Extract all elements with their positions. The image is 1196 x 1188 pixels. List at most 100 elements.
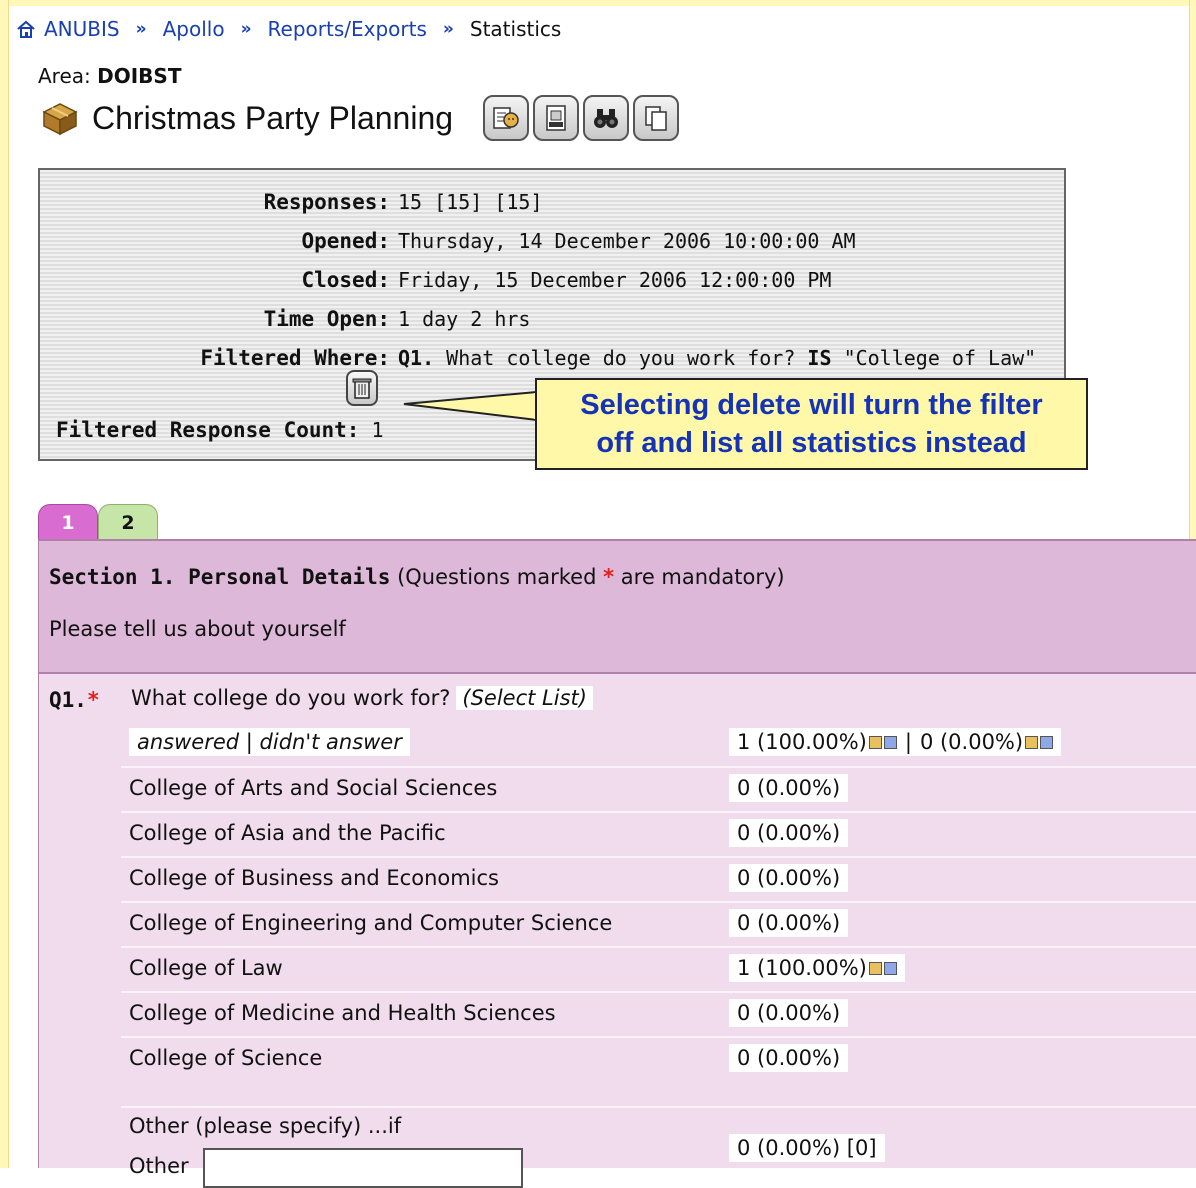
filter-operator: IS	[807, 346, 832, 370]
title-row: Christmas Party Planning	[38, 94, 680, 142]
other-text-input[interactable]	[203, 1148, 523, 1188]
binoculars-icon	[594, 109, 619, 128]
option-row: College of Medicine and Health Sciences …	[121, 991, 1196, 1036]
other-option-value: 0 (0.00%) [0]	[729, 1134, 885, 1162]
breadcrumb-link-reports-exports[interactable]: Reports/Exports	[268, 17, 427, 41]
question-text-line: What college do you work for? (Select Lis…	[131, 686, 593, 710]
option-row: College of Law 1 (100.00%)	[121, 946, 1196, 991]
section-header: Section 1. Personal Details (Questions m…	[38, 539, 1196, 672]
report-button[interactable]	[483, 95, 530, 141]
breadcrumb-separator: »	[442, 19, 454, 39]
filter-question-text: What college do you work for?	[446, 346, 796, 370]
info-closed-row: Closed: Friday, 15 December 2006 12:00:0…	[40, 264, 1066, 296]
option-value: 0 (0.00%)	[729, 774, 849, 802]
other-option-label: Other (please specify) ...if	[129, 1114, 402, 1138]
bar-chart-icon[interactable]	[868, 961, 882, 975]
closed-label: Closed:	[301, 268, 390, 292]
breadcrumb-current: Statistics	[469, 17, 562, 41]
filtered-count-label: Filtered Response Count:	[56, 418, 360, 442]
question-text: What college do you work for?	[131, 686, 451, 710]
section-note-pre: (Questions marked	[397, 565, 597, 589]
option-value: 1 (100.00%)	[737, 956, 867, 980]
breadcrumb-link-anubis[interactable]: ANUBIS	[44, 17, 120, 41]
section-title: Section 1. Personal Details	[49, 565, 391, 589]
option-label: College of Business and Economics	[129, 866, 500, 890]
copy-button[interactable]	[633, 95, 680, 141]
filtered-where-label: Filtered Where:	[200, 346, 390, 370]
breadcrumb-separator: »	[240, 19, 252, 39]
info-filtered-where-row: Filtered Where: Q1. What college do you …	[40, 342, 1066, 374]
answered-count: 1 (100.00%)	[737, 730, 867, 754]
time-open-value: 1 day 2 hrs	[398, 307, 531, 331]
answered-stats: 1 (100.00%) | 0 (0.00%)	[729, 728, 1062, 756]
opened-label: Opened:	[301, 229, 390, 253]
breadcrumb: ANUBIS » Apollo » Reports/Exports » Stat…	[16, 14, 561, 44]
option-value-with-icons: 1 (100.00%)	[729, 954, 905, 982]
option-value: 0 (0.00%)	[729, 999, 849, 1027]
time-open-label: Time Open:	[263, 307, 390, 331]
tab-section-2[interactable]: 2	[98, 504, 158, 540]
copy-icon	[645, 106, 667, 131]
delete-filter-button[interactable]	[346, 370, 378, 406]
callout-line-2: off and list all statistics instead	[596, 427, 1027, 459]
responses-value: 15 [15] [15]	[398, 190, 543, 214]
opened-value: Thursday, 14 December 2006 10:00:00 AM	[398, 229, 856, 253]
list-responses-icon[interactable]	[883, 735, 897, 749]
trash-icon	[352, 378, 372, 399]
annotation-callout: Selecting delete will turn the filter of…	[535, 378, 1088, 470]
info-responses-row: Responses: 15 [15] [15]	[40, 186, 1066, 218]
report-icon	[493, 107, 519, 129]
callout-line-1: Selecting delete will turn the filter	[580, 389, 1043, 421]
section-tabs: 1 2	[38, 504, 158, 540]
area-value: DOIBST	[97, 64, 182, 88]
bar-chart-icon[interactable]	[1025, 735, 1039, 749]
option-value: 0 (0.00%)	[729, 909, 849, 937]
responses-label: Responses:	[263, 190, 390, 214]
question-panel: Q1.* What college do you work for? (Selec…	[38, 672, 1196, 1188]
csv-export-icon	[546, 105, 566, 131]
option-label: College of Asia and the Pacific	[129, 821, 446, 845]
filtered-count-row: Filtered Response Count: 1	[56, 418, 384, 442]
answered-separator: |	[904, 730, 912, 754]
option-label: College of Law	[129, 956, 283, 980]
list-responses-icon[interactable]	[883, 961, 897, 975]
option-label: College of Science	[129, 1046, 323, 1070]
option-row: College of Science 0 (0.00%)	[121, 1036, 1196, 1081]
tab-section-1[interactable]: 1	[38, 504, 98, 540]
other-field-label: Other	[129, 1154, 189, 1178]
option-label: College of Engineering and Computer Scie…	[129, 911, 613, 935]
option-value: 0 (0.00%)	[729, 819, 849, 847]
area-line: Area: DOIBST	[38, 64, 181, 88]
search-button[interactable]	[583, 95, 630, 141]
option-label: College of Medicine and Health Sciences	[129, 1001, 556, 1025]
toolbar	[483, 95, 680, 141]
info-time-open-row: Time Open: 1 day 2 hrs	[40, 303, 1066, 335]
option-row: College of Arts and Social Sciences 0 (0…	[121, 766, 1196, 811]
list-responses-icon[interactable]	[1040, 735, 1054, 749]
home-icon[interactable]	[16, 19, 36, 39]
unanswered-count: 0 (0.00%)	[919, 730, 1024, 754]
breadcrumb-separator: »	[135, 19, 147, 39]
section-note-post: are mandatory)	[620, 565, 785, 589]
filter-value: "College of Law"	[843, 346, 1037, 370]
mandatory-star: *	[603, 565, 615, 589]
closed-value: Friday, 15 December 2006 12:00:00 PM	[398, 268, 832, 292]
filtered-where-value: Q1. What college do you work for? IS "Co…	[398, 346, 1036, 370]
option-label: College of Arts and Social Sciences	[129, 776, 498, 800]
window-frame-top	[0, 0, 1196, 6]
section-description: Please tell us about yourself	[49, 617, 346, 641]
window-frame-left	[0, 0, 9, 1168]
mandatory-star: *	[86, 688, 100, 712]
filter-question-number: Q1.	[398, 346, 435, 370]
answered-header: answered | didn't answer	[129, 728, 410, 756]
bar-chart-icon[interactable]	[868, 735, 882, 749]
option-row: College of Asia and the Pacific 0 (0.00%…	[121, 811, 1196, 856]
option-value: 0 (0.00%)	[729, 1044, 849, 1072]
area-label: Area:	[38, 64, 91, 88]
option-row: College of Business and Economics 0 (0.0…	[121, 856, 1196, 901]
info-opened-row: Opened: Thursday, 14 December 2006 10:00…	[40, 225, 1066, 257]
csv-export-button[interactable]	[533, 95, 580, 141]
breadcrumb-link-apollo[interactable]: Apollo	[163, 17, 225, 41]
survey-box-icon	[42, 103, 78, 136]
option-row: College of Engineering and Computer Scie…	[121, 901, 1196, 946]
